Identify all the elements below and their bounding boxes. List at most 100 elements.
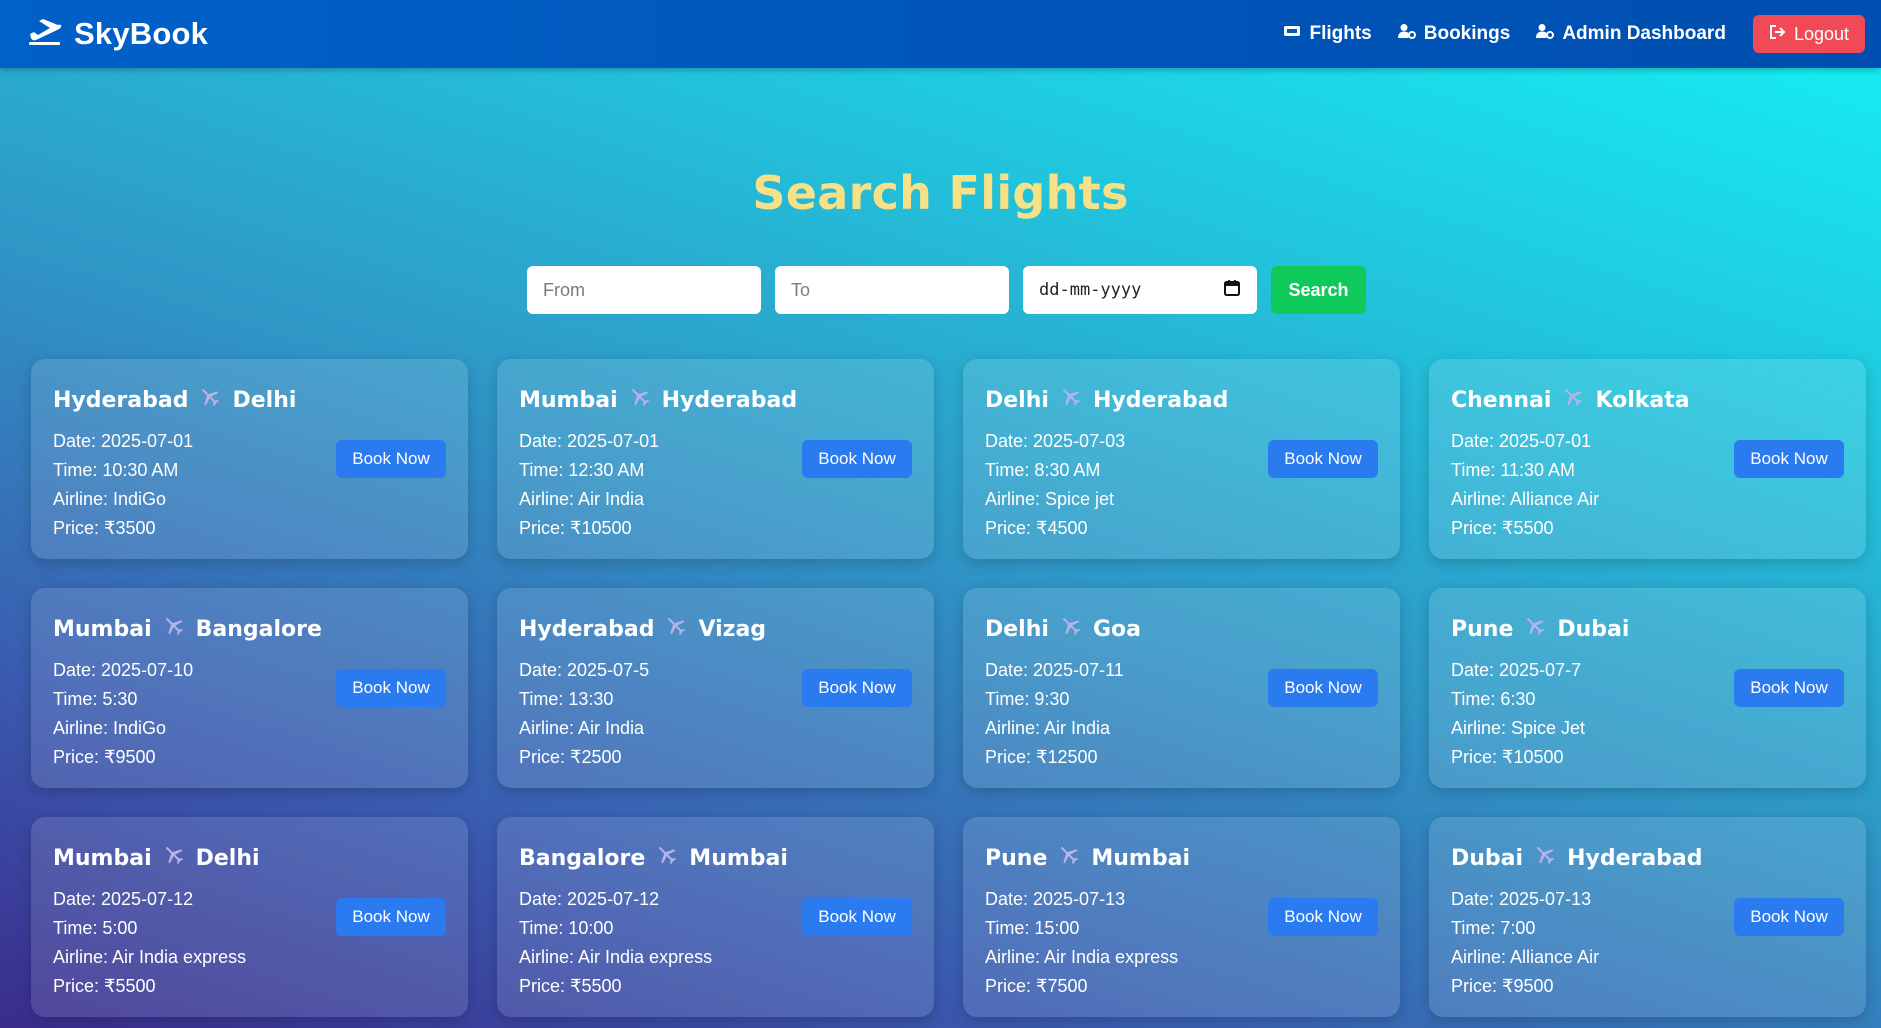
flight-route: Hyderabad Vizag xyxy=(519,614,912,644)
flight-route: Mumbai Delhi xyxy=(53,843,446,873)
nav-link-flights[interactable]: Flights xyxy=(1283,23,1372,45)
nav-link-label: Bookings xyxy=(1423,23,1511,44)
airplane-icon xyxy=(1561,385,1585,415)
route-to: Vizag xyxy=(698,616,767,642)
route-to: Dubai xyxy=(1557,616,1630,642)
nav-link-admin-dashboard[interactable]: Admin Dashboard xyxy=(1536,23,1726,45)
route-to: Hyderabad xyxy=(1092,387,1229,413)
flight-price: Price: ₹4500 xyxy=(985,518,1088,538)
flight-card: Delhi Goa Date: 2025-07-11 Time: 9:30 Ai… xyxy=(963,588,1400,788)
flight-price: Price: ₹7500 xyxy=(985,976,1088,996)
flight-airline: Airline: Spice Jet xyxy=(1451,718,1586,738)
route-to: Goa xyxy=(1092,616,1141,642)
flight-airline: Airline: Spice jet xyxy=(985,489,1115,509)
logout-button[interactable]: Logout xyxy=(1752,15,1865,53)
airplane-icon xyxy=(628,385,652,415)
route-to: Hyderabad xyxy=(1567,845,1703,871)
date-placeholder: dd-mm-yyyy xyxy=(1039,280,1142,300)
flight-card: Mumbai Bangalore Date: 2025-07-10 Time: … xyxy=(31,588,468,788)
book-now-button[interactable]: Book Now xyxy=(1268,669,1378,707)
flight-route: Hyderabad Delhi xyxy=(53,385,446,415)
route-from: Pune xyxy=(985,845,1048,871)
flight-card: Mumbai Delhi Date: 2025-07-12 Time: 5:00… xyxy=(31,817,468,1017)
from-input[interactable] xyxy=(543,279,745,301)
book-now-button[interactable]: Book Now xyxy=(1734,440,1844,478)
flight-airline: Airline: Air India express xyxy=(519,947,713,967)
flight-airline: Airline: Air India xyxy=(519,718,645,738)
route-to: Mumbai xyxy=(1091,845,1190,871)
book-now-button[interactable]: Book Now xyxy=(336,440,446,478)
book-now-button[interactable]: Book Now xyxy=(802,898,912,936)
airplane-icon xyxy=(664,614,688,644)
book-now-button[interactable]: Book Now xyxy=(802,669,912,707)
brand[interactable]: SkyBook xyxy=(28,16,208,52)
flight-card: Dubai Hyderabad Date: 2025-07-13 Time: 7… xyxy=(1429,817,1866,1017)
date-input[interactable]: dd-mm-yyyy xyxy=(1023,266,1257,314)
route-from: Hyderabad xyxy=(519,616,655,642)
search-button[interactable]: Search xyxy=(1271,266,1366,314)
flight-card: Pune Mumbai Date: 2025-07-13 Time: 15:00… xyxy=(963,817,1400,1017)
route-from: Chennai xyxy=(1451,387,1552,413)
ticket-icon xyxy=(1283,23,1301,45)
calendar-icon[interactable] xyxy=(1223,279,1241,302)
airplane-takeoff-icon xyxy=(28,18,62,51)
airplane-icon xyxy=(1523,614,1547,644)
airplane-icon xyxy=(1533,843,1557,873)
to-field[interactable] xyxy=(775,266,1009,314)
book-now-button[interactable]: Book Now xyxy=(1268,440,1378,478)
flight-card: Pune Dubai Date: 2025-07-7 Time: 6:30 Ai… xyxy=(1429,588,1866,788)
flight-card: Delhi Hyderabad Date: 2025-07-03 Time: 8… xyxy=(963,359,1400,559)
flight-price: Price: ₹2500 xyxy=(519,747,622,767)
to-input[interactable] xyxy=(791,279,993,301)
airplane-icon xyxy=(655,843,679,873)
airplane-icon xyxy=(1057,843,1081,873)
route-from: Delhi xyxy=(985,387,1049,413)
flight-price: Price: ₹5500 xyxy=(53,976,156,996)
flight-price: Price: ₹12500 xyxy=(985,747,1098,767)
book-now-button[interactable]: Book Now xyxy=(336,669,446,707)
route-from: Mumbai xyxy=(519,387,618,413)
flight-route: Delhi Hyderabad xyxy=(985,385,1378,415)
flight-route: Dubai Hyderabad xyxy=(1451,843,1844,873)
flight-airline: Airline: IndiGo xyxy=(53,489,167,509)
flight-route: Pune Mumbai xyxy=(985,843,1378,873)
flight-route: Mumbai Hyderabad xyxy=(519,385,912,415)
flight-price: Price: ₹10500 xyxy=(519,518,632,538)
logout-label: Logout xyxy=(1793,23,1849,44)
flight-card: Hyderabad Delhi Date: 2025-07-01 Time: 1… xyxy=(31,359,468,559)
flight-card: Bangalore Mumbai Date: 2025-07-12 Time: … xyxy=(497,817,934,1017)
from-field[interactable] xyxy=(527,266,761,314)
sign-out-icon xyxy=(1769,24,1786,45)
flight-price: Price: ₹3500 xyxy=(53,518,156,538)
book-now-button[interactable]: Book Now xyxy=(336,898,446,936)
book-now-button[interactable]: Book Now xyxy=(1734,669,1844,707)
flight-route: Pune Dubai xyxy=(1451,614,1844,644)
route-to: Delhi xyxy=(232,387,297,413)
book-now-button[interactable]: Book Now xyxy=(1268,898,1378,936)
flight-airline: Airline: Air India xyxy=(985,718,1111,738)
flight-price: Price: ₹5500 xyxy=(1451,518,1554,538)
flight-route: Chennai Kolkata xyxy=(1451,385,1844,415)
route-from: Bangalore xyxy=(519,845,646,871)
flight-price: Price: ₹10500 xyxy=(1451,747,1564,767)
nav-link-bookings[interactable]: Bookings xyxy=(1397,23,1511,45)
flight-route: Mumbai Bangalore xyxy=(53,614,446,644)
airplane-icon xyxy=(198,385,222,415)
flight-airline: Airline: Air India xyxy=(519,489,645,509)
book-now-button[interactable]: Book Now xyxy=(802,440,912,478)
route-to: Mumbai xyxy=(689,845,788,871)
navbar: SkyBook Flights Bookings Admin Dashboard… xyxy=(0,0,1881,68)
nav-link-label: Admin Dashboard xyxy=(1562,23,1726,44)
user-cog-icon xyxy=(1397,23,1416,45)
airplane-icon xyxy=(1059,385,1083,415)
flight-price: Price: ₹5500 xyxy=(519,976,622,996)
flight-price: Price: ₹9500 xyxy=(1451,976,1554,996)
page-title: Search Flights xyxy=(752,166,1129,220)
nav-links: Flights Bookings Admin Dashboard Logout xyxy=(1283,15,1865,53)
flight-grid: Hyderabad Delhi Date: 2025-07-01 Time: 1… xyxy=(31,359,1866,1017)
nav-link-label: Flights xyxy=(1309,23,1372,44)
search-form: dd-mm-yyyy Search xyxy=(527,266,1366,314)
route-from: Delhi xyxy=(985,616,1049,642)
flight-price: Price: ₹9500 xyxy=(53,747,156,767)
book-now-button[interactable]: Book Now xyxy=(1734,898,1844,936)
